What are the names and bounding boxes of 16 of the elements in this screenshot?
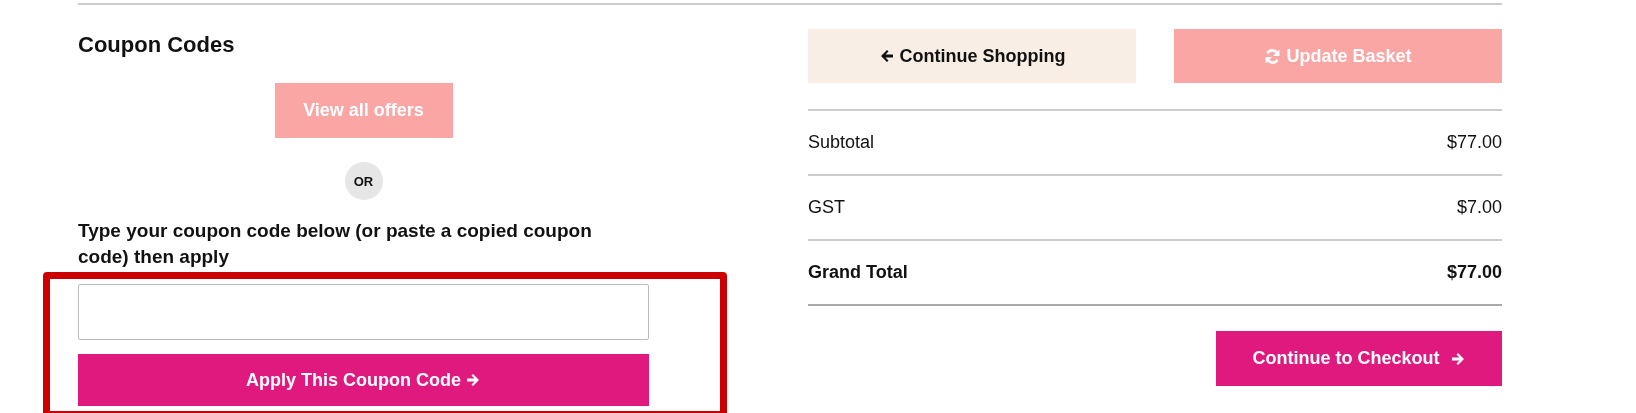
refresh-icon [1264, 47, 1282, 65]
coupon-instruction: Type your coupon code below (or paste a copied coupon code) then apply [78, 219, 593, 269]
coupon-code-field[interactable] [78, 284, 649, 340]
arrow-right-icon [465, 372, 481, 388]
continue-shopping-button[interactable]: Continue Shopping [808, 29, 1136, 83]
checkout-button[interactable]: Continue to Checkout [1216, 331, 1502, 386]
apply-coupon-button[interactable]: Apply This Coupon Code [78, 354, 649, 406]
total-label: Subtotal [808, 132, 875, 153]
section-title: Coupon Codes [78, 31, 236, 59]
total-amount: $7.00 [1456, 197, 1502, 218]
total-label: Grand Total [808, 262, 908, 283]
arrow-right-icon [1449, 350, 1466, 367]
total-label: GST [808, 197, 845, 218]
or-separator: OR [344, 162, 383, 200]
total-amount: $77.00 [1446, 132, 1502, 153]
total-amount: $77.00 [1446, 262, 1502, 283]
